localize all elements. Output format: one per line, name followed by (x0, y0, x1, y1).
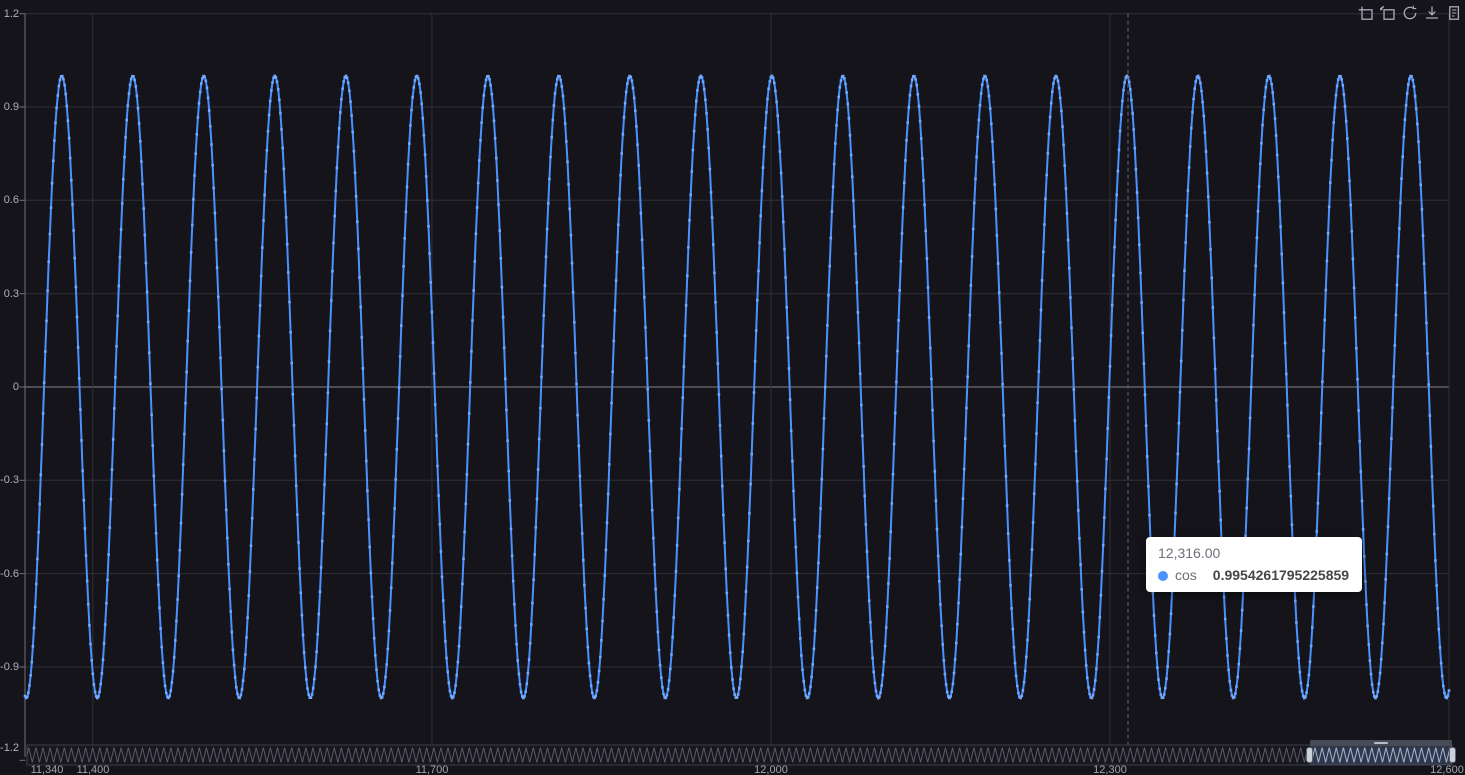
x-tick-label: 12,600 (1430, 764, 1464, 775)
y-tick-label: -0.6 (0, 568, 19, 580)
y-tick-label: 0.6 (3, 194, 19, 206)
y-tick-label: -0.3 (0, 474, 19, 486)
area-zoom-icon[interactable] (1357, 4, 1374, 21)
datazoom-left-handle[interactable] (1306, 747, 1313, 763)
y-tick-label: -1.2 (0, 742, 19, 754)
y-tick-label: 1.2 (3, 8, 19, 20)
x-tick-label: 11,400 (76, 764, 110, 775)
datazoom-window[interactable] (1309, 745, 1452, 765)
save-image-icon[interactable] (1423, 4, 1440, 21)
zoom-reset-icon[interactable] (1379, 4, 1396, 21)
x-tick-label: 12,300 (1093, 764, 1127, 775)
datazoom-move-handle[interactable] (1309, 739, 1452, 746)
restore-icon[interactable] (1401, 4, 1418, 21)
x-tick-label: 11,700 (415, 764, 449, 775)
toolbox (1357, 4, 1462, 21)
line-chart-canvas[interactable] (0, 0, 1465, 775)
y-tick-label: 0.9 (3, 101, 19, 113)
datazoom-right-handle[interactable] (1448, 747, 1456, 763)
y-tick-label: -0.9 (0, 661, 19, 673)
data-view-icon[interactable] (1445, 4, 1462, 21)
datazoom-grip-icon (1373, 741, 1388, 744)
chart-root: 1.2 0.9 0.6 0.3 0 -0.3 -0.6 -0.9 -1.2 11,340 11,4… (0, 0, 1465, 775)
x-tick-label: 12,000 (754, 764, 788, 775)
y-tick-label: 0.3 (3, 288, 19, 300)
y-tick-label: 0 (12, 381, 19, 393)
